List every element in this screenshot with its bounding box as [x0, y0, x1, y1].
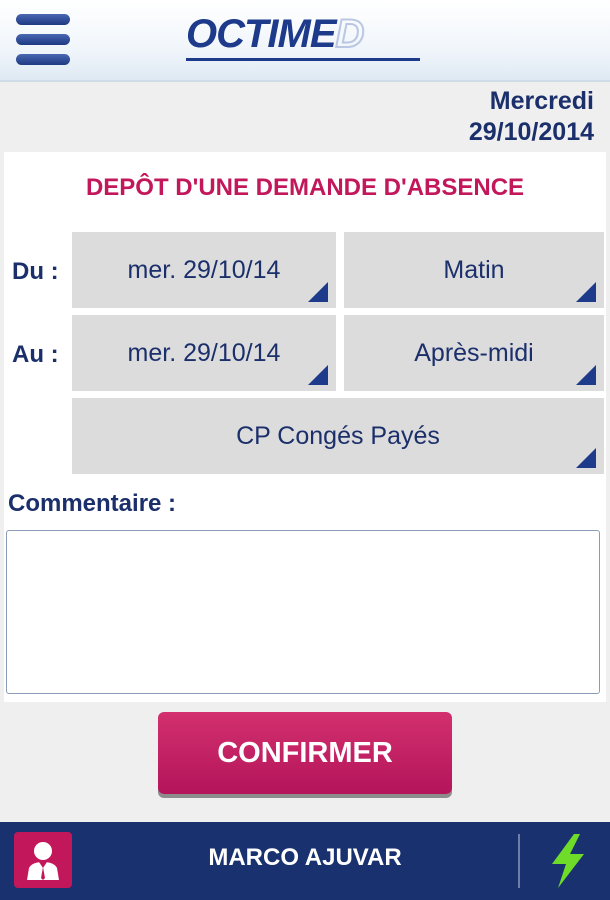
footer-bar: MARCO AJUVAR: [0, 822, 610, 900]
header-bar: OCTIMED: [0, 0, 610, 82]
from-date-value: mer. 29/10/14: [127, 255, 281, 284]
to-date-value: mer. 29/10/14: [127, 338, 281, 367]
from-period-select[interactable]: Matin: [344, 232, 604, 308]
dropdown-triangle-icon: [576, 365, 596, 385]
dropdown-triangle-icon: [308, 282, 328, 302]
to-period-value: Après-midi: [414, 338, 534, 367]
dropdown-triangle-icon: [308, 365, 328, 385]
form-title: DEPÔT D'UNE DEMANDE D'ABSENCE: [85, 174, 525, 201]
logo-underline: [186, 58, 420, 61]
user-name: MARCO AJUVAR: [208, 844, 402, 871]
to-label: Au :: [12, 341, 59, 368]
user-profile-icon: [27, 842, 59, 880]
absence-type-select[interactable]: CP Congés Payés: [72, 398, 604, 474]
footer-divider: [518, 834, 520, 888]
hamburger-menu-icon[interactable]: [14, 12, 72, 68]
confirm-button[interactable]: CONFIRMER: [158, 712, 452, 794]
comment-label: Commentaire :: [8, 490, 177, 517]
current-date-value: 29/10/2014: [468, 118, 594, 146]
from-label: Du :: [12, 258, 59, 285]
dropdown-triangle-icon: [576, 448, 596, 468]
from-date-select[interactable]: mer. 29/10/14: [72, 232, 336, 308]
absence-type-value: CP Congés Payés: [236, 421, 440, 450]
from-period-value: Matin: [443, 255, 505, 284]
quick-action-button[interactable]: [540, 832, 596, 890]
to-period-select[interactable]: Après-midi: [344, 315, 604, 391]
dropdown-triangle-icon: [576, 282, 596, 302]
current-weekday: Mercredi: [489, 87, 594, 115]
current-date: Mercredi 29/10/2014: [469, 86, 594, 148]
comment-field[interactable]: [6, 530, 600, 694]
to-date-select[interactable]: mer. 29/10/14: [72, 315, 336, 391]
user-profile-button[interactable]: [14, 832, 72, 888]
lightning-bolt-icon: [552, 834, 584, 888]
app-logo: OCTIMED: [186, 12, 365, 56]
